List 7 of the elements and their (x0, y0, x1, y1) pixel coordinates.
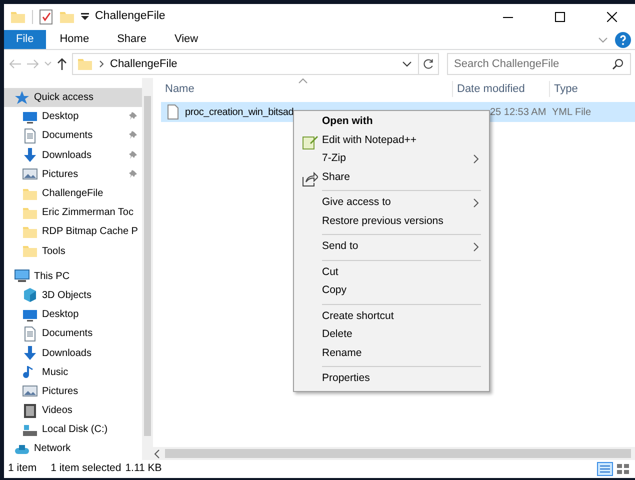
file-name: proc_creation_win_bitsad (185, 106, 294, 120)
file-type: YML File (551, 106, 592, 120)
window-title: ChallengeFile (95, 9, 166, 24)
item-count: 1 item (8, 461, 37, 476)
selection-size: 1.11 KB (125, 461, 162, 476)
date-modified: 25 12:53 AM (489, 106, 548, 120)
selection-info: 1 item selected (50, 461, 122, 476)
